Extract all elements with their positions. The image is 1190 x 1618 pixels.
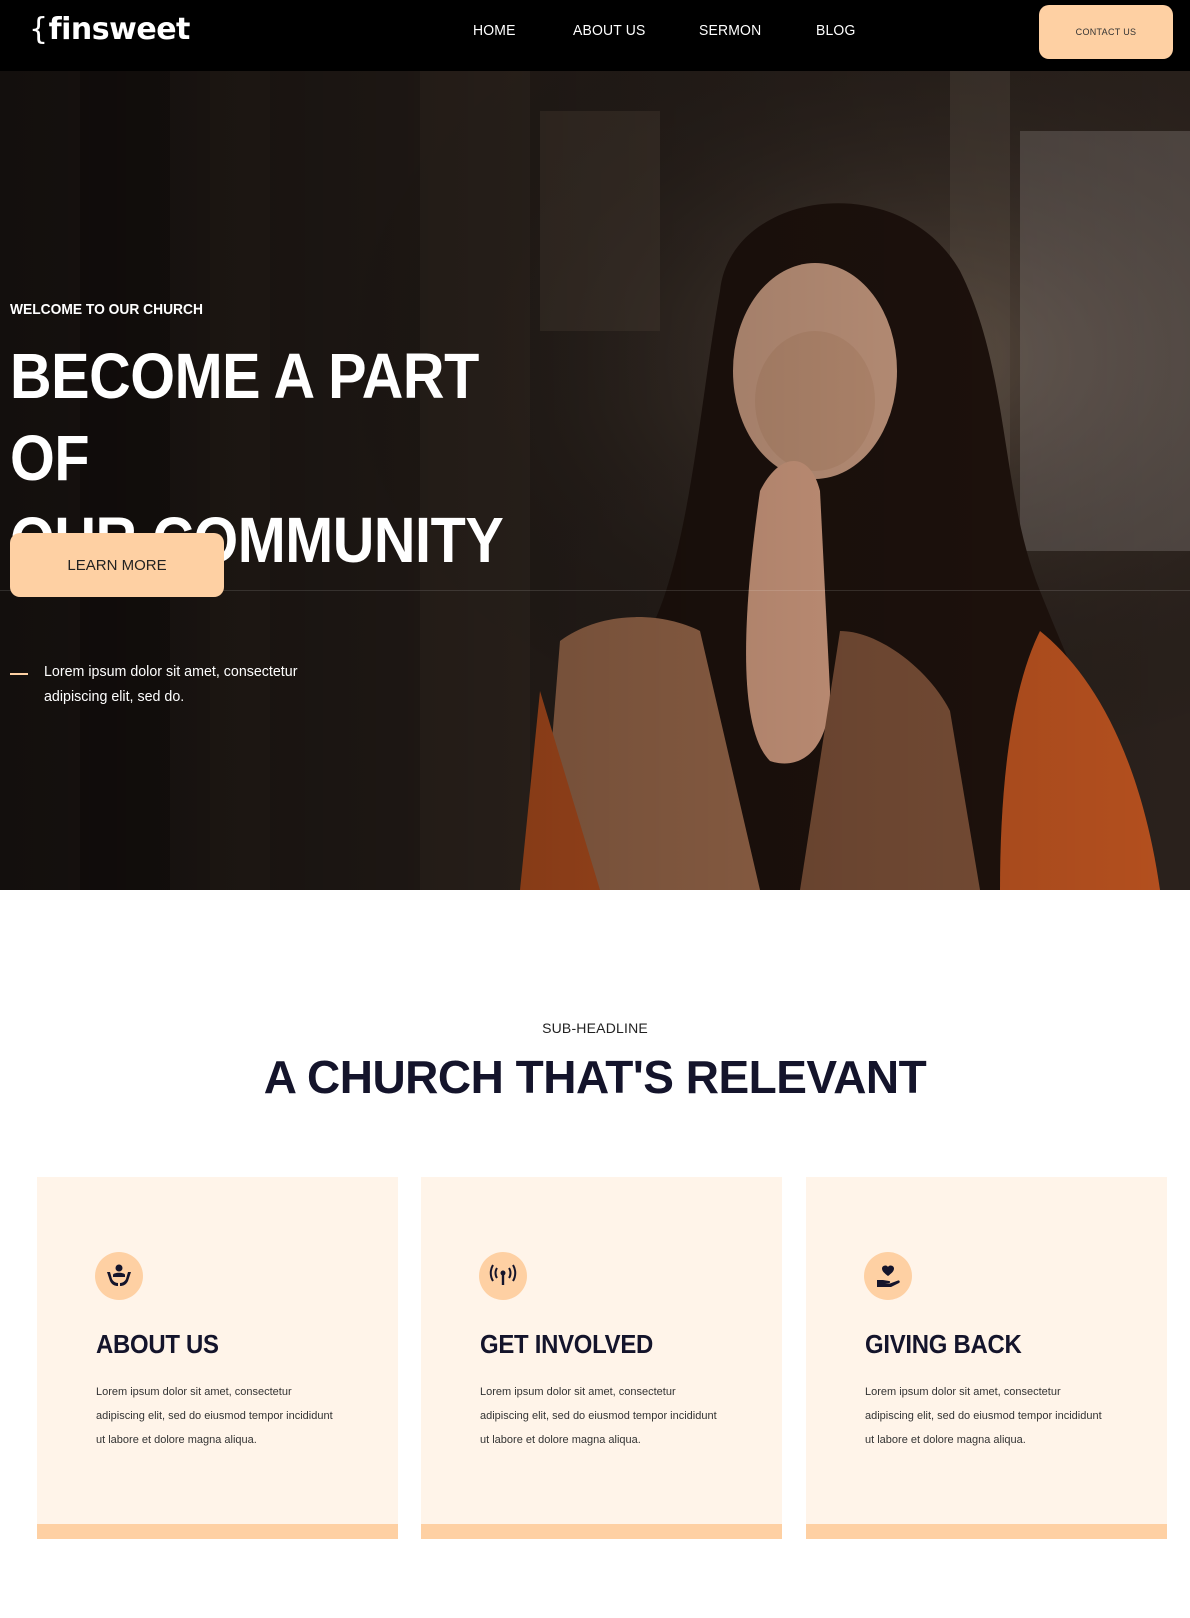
card-title: ABOUT US — [96, 1329, 219, 1359]
hero-dash-accent — [10, 673, 28, 675]
nav-link-sermon[interactable]: SERMON — [699, 22, 761, 39]
logo-text: finsweet — [48, 12, 191, 47]
section-sub-headline: SUB-HEADLINE — [542, 1020, 648, 1036]
card-accent-bar — [421, 1524, 782, 1539]
hero-title-line-1: BECOME A PART OF — [10, 340, 479, 494]
hand-holding-heart-icon — [864, 1252, 912, 1300]
top-navigation: {finsweet HOME ABOUT US SERMON BLOG CONT… — [0, 0, 1190, 71]
card-accent-bar — [806, 1524, 1167, 1539]
hero-description: Lorem ipsum dolor sit amet, consectetur … — [44, 663, 298, 705]
card-text: Lorem ipsum dolor sit amet, consectetur … — [865, 1386, 1102, 1446]
card-text: Lorem ipsum dolor sit amet, consectetur … — [96, 1386, 333, 1446]
card-about-us[interactable]: ABOUT US Lorem ipsum dolor sit amet, con… — [37, 1177, 398, 1539]
learn-more-button[interactable]: LEARN MORE — [10, 533, 224, 597]
card-accent-bar — [37, 1524, 398, 1539]
broadcast-antenna-icon — [479, 1252, 527, 1300]
hero-section: WELCOME TO OUR CHURCH BECOME A PART OF O… — [0, 71, 1190, 890]
hands-holding-people-icon — [95, 1252, 143, 1300]
nav-link-home[interactable]: HOME — [473, 22, 516, 39]
nav-link-about-us[interactable]: ABOUT US — [573, 22, 646, 39]
card-get-involved[interactable]: GET INVOLVED Lorem ipsum dolor sit amet,… — [421, 1177, 782, 1539]
card-text: Lorem ipsum dolor sit amet, consectetur … — [480, 1386, 717, 1446]
nav-link-blog[interactable]: BLOG — [816, 22, 856, 39]
card-title: GET INVOLVED — [480, 1329, 654, 1359]
contact-us-button[interactable]: CONTACT US — [1039, 5, 1173, 59]
section-title: A CHURCH THAT'S RELEVANT — [263, 1051, 927, 1103]
hero-welcome-text: WELCOME TO OUR CHURCH — [10, 301, 203, 318]
finsweet-logo[interactable]: {finsweet — [29, 12, 190, 47]
card-giving-back[interactable]: GIVING BACK Lorem ipsum dolor sit amet, … — [806, 1177, 1167, 1539]
card-title: GIVING BACK — [865, 1329, 1022, 1359]
logo-brace: { — [29, 12, 48, 47]
